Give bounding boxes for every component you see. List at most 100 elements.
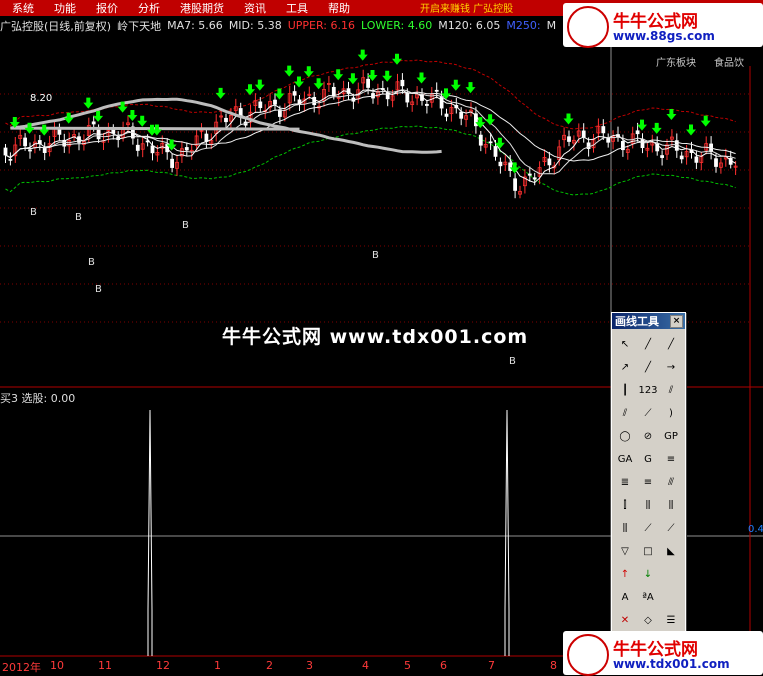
sell-arrow-icon bbox=[245, 84, 255, 96]
tool-grid: ↖ ╱ ╱ ↗ ╱ → ┃ 123 ⫽ ⫽ ⟋) ◯ ⊘ GP GA G ≡ ≣ ≡ ⫻ ⫿ ⫼ ⫼ ⫼ ⟋ ⟋ ▽ □ ◣ ↑ ↓ AªA ✕… bbox=[612, 329, 685, 658]
sub-indicator-spikes bbox=[147, 409, 510, 656]
buy-marker: B bbox=[372, 250, 379, 261]
candle-body bbox=[204, 133, 209, 142]
buy-marker: B bbox=[88, 257, 95, 268]
sell-arrow-icon bbox=[392, 53, 402, 65]
sell-arrow-icon bbox=[450, 79, 461, 91]
date-label: 10 bbox=[50, 659, 64, 672]
sell-arrow-icon bbox=[700, 115, 711, 127]
candle-body bbox=[224, 117, 228, 123]
angle-fan-icon[interactable]: ⟋ bbox=[637, 517, 659, 539]
sell-arrow-icon bbox=[215, 87, 226, 99]
triangle-icon[interactable]: ▽ bbox=[614, 540, 636, 562]
candle-body bbox=[694, 156, 699, 163]
candle-body bbox=[405, 92, 410, 103]
ga-icon[interactable]: GA bbox=[614, 448, 636, 470]
speed-lines-icon[interactable]: ⫻ bbox=[660, 471, 682, 493]
sell-arrow-icon bbox=[254, 79, 265, 91]
percent-icon[interactable]: ≣ bbox=[614, 471, 636, 493]
date-label: 11 bbox=[98, 659, 112, 672]
candle-body bbox=[679, 155, 684, 160]
gann-fan-icon[interactable]: ⟋ bbox=[660, 517, 682, 539]
close-button[interactable]: × bbox=[670, 315, 683, 328]
fib-time-icon[interactable]: ⫼ bbox=[637, 494, 659, 516]
candle-body bbox=[444, 113, 449, 117]
buy-marker: B bbox=[30, 207, 37, 218]
sell-arrow-icon bbox=[63, 112, 74, 124]
candle-body bbox=[258, 101, 263, 109]
ray-icon[interactable]: ╱ bbox=[660, 333, 682, 355]
ellipse-icon[interactable]: ⊘ bbox=[637, 425, 659, 447]
down-arrow-icon[interactable]: ↓ bbox=[637, 563, 659, 585]
blank-icon[interactable] bbox=[660, 563, 682, 585]
gann-icon[interactable]: G bbox=[637, 448, 659, 470]
candle-body bbox=[532, 177, 537, 180]
list-icon[interactable]: ☰ bbox=[660, 609, 682, 631]
logo-url: www.88gs.com bbox=[613, 29, 715, 43]
right-axis-value: 0.4 bbox=[748, 524, 763, 535]
line-icon[interactable]: ╱ bbox=[637, 333, 659, 355]
arc-icon[interactable]: ) bbox=[660, 402, 682, 424]
candle-body bbox=[273, 99, 277, 105]
text-style-icon[interactable]: ªA bbox=[637, 586, 659, 608]
parallel-icon[interactable]: ⫽ bbox=[660, 379, 682, 401]
rays-icon[interactable]: ≡ bbox=[637, 471, 659, 493]
arrow-marker-icon[interactable]: ◣ bbox=[660, 540, 682, 562]
candle-body bbox=[513, 178, 517, 191]
horizontal-line-icon[interactable]: → bbox=[660, 356, 682, 378]
logo-bottom: 牛牛公式网 www.tdx001.com bbox=[563, 631, 763, 676]
candle-body bbox=[150, 145, 155, 154]
signal-spike bbox=[147, 409, 153, 656]
sell-arrow-icon bbox=[563, 113, 574, 125]
candle-body bbox=[439, 96, 444, 109]
text-icon[interactable]: A bbox=[614, 586, 636, 608]
buy-marker: B bbox=[182, 220, 189, 231]
candle-body bbox=[366, 78, 371, 88]
date-label: 12 bbox=[156, 659, 170, 672]
time-zones-icon[interactable]: ⫼ bbox=[660, 494, 682, 516]
sell-arrow-icon bbox=[127, 110, 138, 122]
date-label: 5 bbox=[404, 659, 411, 672]
palette-titlebar[interactable]: 画线工具 × bbox=[612, 313, 685, 329]
candle-body bbox=[601, 126, 606, 134]
sell-arrow-icon bbox=[313, 78, 324, 90]
vertical-icon[interactable]: ┃ bbox=[614, 379, 636, 401]
sell-arrow-icon bbox=[333, 69, 344, 81]
channel-icon[interactable]: ⫽ bbox=[614, 402, 636, 424]
sell-arrow-icon bbox=[382, 70, 393, 82]
candle-body bbox=[400, 79, 405, 87]
delete-icon[interactable]: ✕ bbox=[614, 609, 636, 631]
sell-arrow-icon bbox=[284, 65, 295, 77]
rectangle-icon[interactable]: □ bbox=[637, 540, 659, 562]
buy-marker: B bbox=[509, 356, 516, 367]
up-arrow-icon[interactable]: ↑ bbox=[614, 563, 636, 585]
drawing-tools-palette[interactable]: 画线工具 × ↖ ╱ ╱ ↗ ╱ → ┃ 123 ⫽ ⫽ ⟋) ◯ ⊘ GP GA G ≡ ≣ ≡ ⫻ ⫿ ⫼ ⫼ ⫼ ⟋ ⟋ ▽ □… bbox=[611, 312, 686, 654]
candle-body bbox=[23, 137, 28, 147]
fib-icon[interactable]: ≡ bbox=[660, 448, 682, 470]
date-label: 8 bbox=[550, 659, 557, 672]
cursor-icon[interactable]: ↖ bbox=[614, 333, 636, 355]
candle-body bbox=[635, 130, 640, 135]
blank2-icon[interactable] bbox=[660, 586, 682, 608]
circle-icon[interactable]: ◯ bbox=[614, 425, 636, 447]
candle-body bbox=[606, 137, 611, 143]
candle-body bbox=[714, 158, 718, 167]
date-label: 4 bbox=[362, 659, 369, 672]
sell-arrow-icon bbox=[39, 124, 50, 136]
candle-body bbox=[8, 158, 13, 161]
shapes-icon[interactable]: ◇ bbox=[637, 609, 659, 631]
candle-body bbox=[42, 147, 47, 153]
gp-icon[interactable]: GP bbox=[660, 425, 682, 447]
sell-arrow-icon bbox=[294, 76, 304, 88]
candle-body bbox=[424, 103, 429, 106]
candle-body bbox=[547, 158, 552, 166]
moving-averages bbox=[5, 88, 736, 184]
fan-icon[interactable]: ⟋ bbox=[637, 402, 659, 424]
arrow-line-icon[interactable]: ↗ bbox=[614, 356, 636, 378]
cycle-icon[interactable]: ⫿ bbox=[614, 494, 636, 516]
sell-arrow-icon bbox=[666, 109, 677, 121]
segment-icon[interactable]: ╱ bbox=[637, 356, 659, 378]
bars-icon[interactable]: ⫼ bbox=[614, 517, 636, 539]
number-line-icon[interactable]: 123 bbox=[637, 379, 659, 401]
candle-body bbox=[170, 158, 175, 168]
